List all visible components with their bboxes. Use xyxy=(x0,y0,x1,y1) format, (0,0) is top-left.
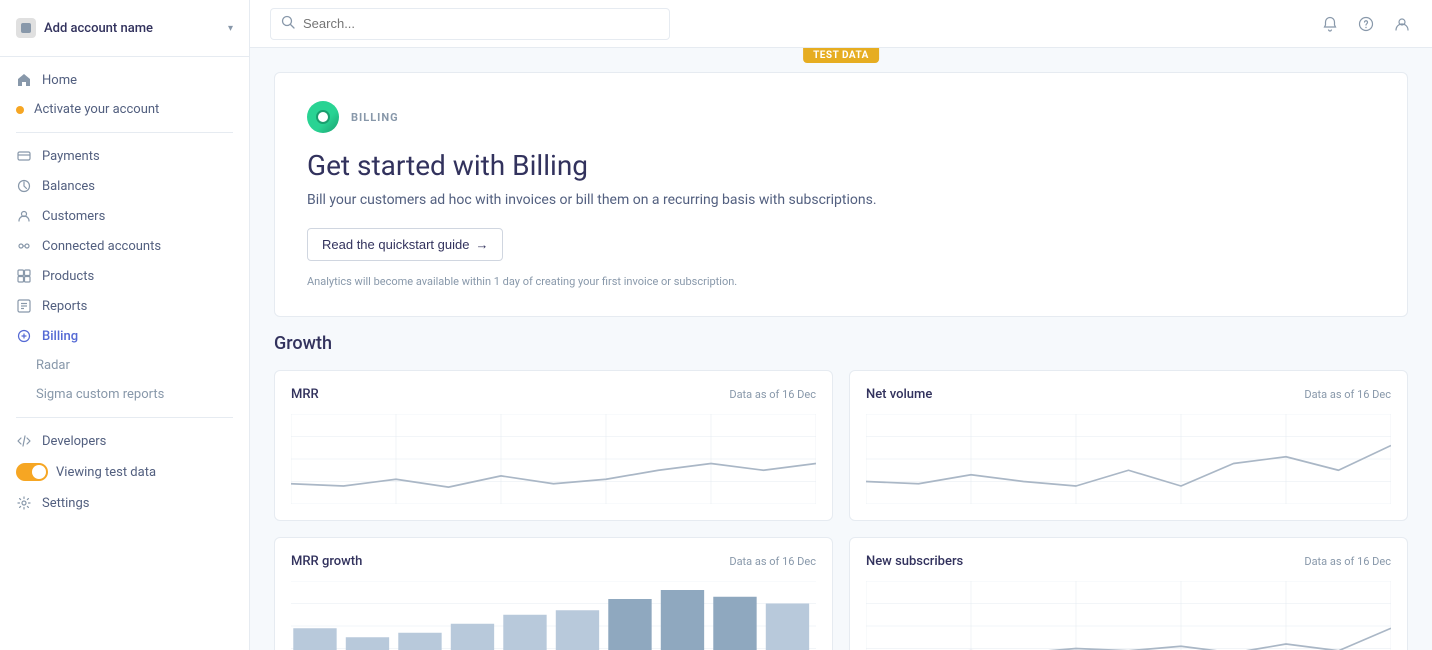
charts-grid: MRR Data as of 16 Dec xyxy=(274,370,1408,650)
developers-icon xyxy=(16,433,32,449)
connected-icon xyxy=(16,238,32,254)
chart-mrr-date: Data as of 16 Dec xyxy=(729,388,816,401)
toggle-knob xyxy=(32,465,46,479)
chart-net-volume: Net volume Data as of 16 Dec xyxy=(849,370,1408,521)
sidebar-item-settings[interactable]: Settings xyxy=(0,488,249,518)
viewing-test-data[interactable]: Viewing test data xyxy=(0,456,249,488)
sidebar-item-sigma[interactable]: Sigma custom reports xyxy=(0,380,249,409)
payments-icon xyxy=(16,148,32,164)
sidebar-item-billing[interactable]: Billing xyxy=(0,321,249,351)
chart-new-subscribers-header: New subscribers Data as of 16 Dec xyxy=(866,554,1391,569)
sidebar-divider-2 xyxy=(16,417,233,418)
sidebar-item-connected-accounts[interactable]: Connected accounts xyxy=(0,231,249,261)
help-icon[interactable] xyxy=(1356,14,1376,34)
notifications-icon[interactable] xyxy=(1320,14,1340,34)
quickstart-button[interactable]: Read the quickstart guide → xyxy=(307,228,503,261)
chevron-down-icon: ▾ xyxy=(228,23,233,34)
search-icon xyxy=(281,15,295,33)
billing-title: Get started with Billing xyxy=(307,149,1375,182)
products-icon xyxy=(16,268,32,284)
account-icon xyxy=(16,18,36,38)
chart-new-subscribers-title: New subscribers xyxy=(866,554,963,569)
sidebar-item-home-label: Home xyxy=(42,73,77,88)
chart-mrr-header: MRR Data as of 16 Dec xyxy=(291,387,816,402)
chart-new-subscribers: New subscribers Data as of 16 Dec xyxy=(849,537,1408,650)
sidebar-item-payments-label: Payments xyxy=(42,149,100,164)
home-icon xyxy=(16,72,32,88)
sidebar-item-home[interactable]: Home xyxy=(0,65,249,95)
growth-title: Growth xyxy=(274,333,1408,354)
chart-mrr-growth-title: MRR growth xyxy=(291,554,362,569)
test-data-banner: TEST DATA xyxy=(803,48,879,63)
chart-net-volume-area xyxy=(866,414,1391,504)
viewing-test-label: Viewing test data xyxy=(56,465,156,480)
chart-mrr-growth-header: MRR growth Data as of 16 Dec xyxy=(291,554,816,569)
sidebar-item-developers[interactable]: Developers xyxy=(0,426,249,456)
billing-note: Analytics will become available within 1… xyxy=(307,275,1375,288)
growth-section: Growth MRR Data as of 16 Dec xyxy=(250,333,1432,650)
billing-icon xyxy=(16,328,32,344)
sidebar-item-customers-label: Customers xyxy=(42,209,105,224)
chart-mrr-area xyxy=(291,414,816,504)
customers-icon xyxy=(16,208,32,224)
chart-mrr-growth: MRR growth Data as of 16 Dec xyxy=(274,537,833,650)
test-data-toggle[interactable] xyxy=(16,463,48,481)
sidebar-item-activate-label: Activate your account xyxy=(34,102,159,117)
topbar-right xyxy=(1320,14,1412,34)
sidebar-item-radar-label: Radar xyxy=(36,358,70,373)
search-wrapper[interactable] xyxy=(270,8,670,40)
balances-icon xyxy=(16,178,32,194)
main-area: TEST DATA BILLING Get started with Billi… xyxy=(250,0,1432,650)
chart-net-volume-date: Data as of 16 Dec xyxy=(1304,388,1391,401)
chart-mrr-growth-date: Data as of 16 Dec xyxy=(729,555,816,568)
sidebar-item-billing-label: Billing xyxy=(42,329,78,344)
billing-logo-inner xyxy=(316,110,330,124)
sidebar-header: Add account name ▾ xyxy=(0,0,249,57)
chart-mrr-growth-area xyxy=(291,581,816,650)
billing-logo xyxy=(307,101,339,133)
topbar xyxy=(250,0,1432,48)
user-icon[interactable] xyxy=(1392,14,1412,34)
billing-card-header: BILLING xyxy=(307,101,1375,133)
sidebar-item-balances[interactable]: Balances xyxy=(0,171,249,201)
sidebar-item-customers[interactable]: Customers xyxy=(0,201,249,231)
chart-new-subscribers-area xyxy=(866,581,1391,650)
sidebar-divider-1 xyxy=(16,132,233,133)
sidebar-item-products[interactable]: Products xyxy=(0,261,249,291)
sidebar-item-payments[interactable]: Payments xyxy=(0,141,249,171)
sidebar-item-connected-label: Connected accounts xyxy=(42,239,161,254)
sidebar-item-radar[interactable]: Radar xyxy=(0,351,249,380)
sidebar-item-sigma-label: Sigma custom reports xyxy=(36,387,164,402)
billing-description: Bill your customers ad hoc with invoices… xyxy=(307,192,1375,208)
account-switcher[interactable]: Add account name ▾ xyxy=(16,14,233,42)
content-area: TEST DATA BILLING Get started with Billi… xyxy=(250,48,1432,650)
chart-mrr: MRR Data as of 16 Dec xyxy=(274,370,833,521)
arrow-icon: → xyxy=(475,237,488,252)
sidebar-item-reports[interactable]: Reports xyxy=(0,291,249,321)
sidebar: Add account name ▾ Home Activate your ac… xyxy=(0,0,250,650)
sidebar-item-activate[interactable]: Activate your account xyxy=(0,95,249,124)
search-input[interactable] xyxy=(303,16,659,31)
billing-logo-label: BILLING xyxy=(351,111,399,124)
sidebar-item-products-label: Products xyxy=(42,269,94,284)
chart-net-volume-title: Net volume xyxy=(866,387,932,402)
quickstart-label: Read the quickstart guide xyxy=(322,237,469,252)
account-name: Add account name xyxy=(44,21,153,36)
activate-dot-icon xyxy=(16,106,24,114)
sidebar-item-settings-label: Settings xyxy=(42,496,89,511)
reports-icon xyxy=(16,298,32,314)
chart-mrr-title: MRR xyxy=(291,387,319,402)
chart-new-subscribers-date: Data as of 16 Dec xyxy=(1304,555,1391,568)
chart-net-volume-header: Net volume Data as of 16 Dec xyxy=(866,387,1391,402)
sidebar-item-balances-label: Balances xyxy=(42,179,95,194)
sidebar-item-developers-label: Developers xyxy=(42,434,106,449)
sidebar-item-reports-label: Reports xyxy=(42,299,87,314)
settings-icon xyxy=(16,495,32,511)
billing-card: BILLING Get started with Billing Bill yo… xyxy=(274,72,1408,317)
sidebar-nav: Home Activate your account Payments Bala… xyxy=(0,57,249,650)
